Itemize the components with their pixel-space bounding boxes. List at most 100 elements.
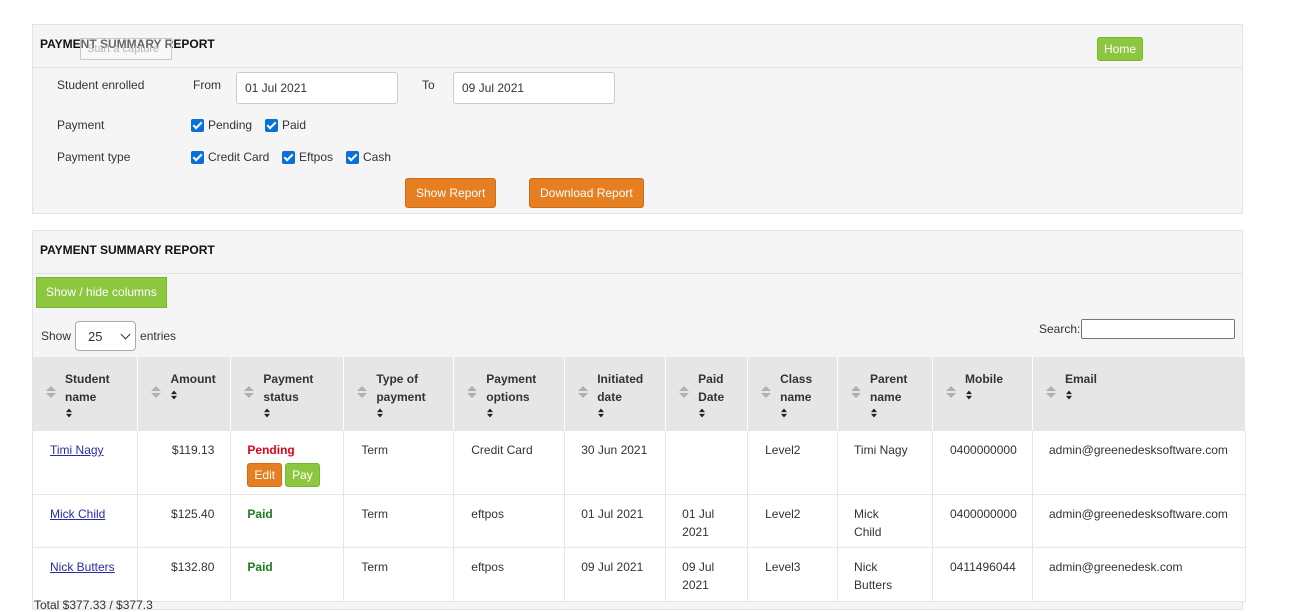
pending-checkbox[interactable]: Pending [191,118,252,132]
cell-status: Paid [230,494,345,548]
mobile-value: 0411496044 [950,559,1016,574]
pay-button[interactable]: Pay [285,463,320,487]
checkbox-checked-icon [191,118,204,132]
class-value: Level2 [765,443,801,457]
filter-panel: PAYMENT SUMMARY REPORT Start a capture H… [32,24,1243,214]
table-header-row: Student name Amount Payment status Type of pay… [33,357,1247,431]
sort-caret-icon [263,408,342,418]
cell-paid-date: 01 Jul 2021 [665,494,749,548]
cell-amount: $132.80 [137,547,232,602]
sort-both-icon [577,386,589,400]
cell-email: admin@greenedesksoftware.com [1032,431,1247,495]
checkbox-checked-icon [265,118,278,132]
entries-select[interactable]: 25 [75,321,137,351]
status-value: Paid [247,559,273,574]
sort-caret-icon [1065,390,1244,400]
column-header[interactable]: Payment status [230,357,345,431]
report-panel: PAYMENT SUMMARY REPORT Show / hide colum… [32,230,1247,610]
to-date-input[interactable]: 09 Jul 2021 [453,72,615,104]
show-label: Show [41,329,72,343]
credit-card-checkbox[interactable]: Credit Card [191,150,269,164]
sort-caret-icon [698,408,746,418]
home-button[interactable]: Home [1097,37,1144,61]
column-header-label: Paid [698,372,724,386]
sort-caret-icon [780,408,836,418]
option-value: Credit Card [471,443,533,457]
column-header[interactable]: Initiated date [564,357,667,431]
column-header[interactable]: Parent name [837,357,933,431]
sort-caret-icon [870,408,931,418]
sort-both-icon [1045,386,1057,400]
cell-option: Credit Card [453,431,566,495]
search-input[interactable] [1081,319,1236,339]
cell-class: Level2 [747,494,839,548]
column-header[interactable]: Student name [33,357,139,431]
type-value: Term [361,559,388,574]
status-value: Pending [247,443,295,457]
column-header-label: payment [376,390,426,404]
cell-class: Level3 [747,547,839,602]
column-header-label: Initiated [597,372,644,386]
cell-student: Mick Child [33,494,139,548]
show-report-button[interactable]: Show Report [405,178,497,208]
cell-mobile: 0400000000 [932,431,1033,495]
email-value: admin@greenedesksoftware.com [1048,443,1228,457]
column-header-label: Date [698,390,725,404]
paid-date-value: 09 Jul 2021 [682,559,715,592]
initiated-value: 09 Jul 2021 [581,559,644,574]
table-row: Nick Butters $132.80 Paid Term eftpos 09 Jul … [33,547,1247,602]
student-name-link[interactable]: Timi Nagy [50,443,104,457]
cell-status: Paid [230,547,345,602]
column-header-label: Parent [870,372,908,386]
paid-checkbox[interactable]: Paid [265,118,306,132]
column-header[interactable]: Payment options [453,357,566,431]
student-name-link[interactable]: Mick Child [50,507,105,521]
column-header[interactable]: Paid Date [665,357,749,431]
mobile-value: 0400000000 [950,443,1017,457]
sort-both-icon [678,386,690,400]
search-label: Search: [1039,322,1081,336]
from-label: From [193,78,221,92]
cell-status: Pending Edit Pay [230,431,345,495]
from-date-input[interactable]: 01 Jul 2021 [236,72,398,104]
column-header-label: Email [1064,372,1097,386]
type-value: Term [361,506,388,521]
cell-amount: $125.40 [137,494,232,548]
sort-caret-icon [965,390,1031,400]
cell-mobile: 0411496044 [932,547,1033,602]
eftpos-checkbox[interactable]: Eftpos [282,150,333,164]
report-panel-title: PAYMENT SUMMARY REPORT [40,243,215,257]
show-hide-columns-button[interactable]: Show / hide columns [36,277,167,308]
download-report-button[interactable]: Download Report [529,178,644,208]
column-header[interactable]: Mobile [932,357,1033,431]
parent-value: Nick Butters [854,559,893,592]
cell-option: eftpos [453,547,566,602]
amount-value: $119.13 [171,443,215,457]
entries-label: entries [140,329,177,343]
email-value: admin@greenedesk.com [1048,559,1183,574]
cell-email: admin@greenedesksoftware.com [1032,494,1247,548]
capture-overlay[interactable]: Start a capture [80,38,172,60]
initiated-value: 01 Jul 2021 [581,506,644,521]
chevron-down-icon [120,329,131,339]
sort-caret-icon [597,408,664,418]
student-name-link[interactable]: Nick Butters [50,560,115,574]
column-header-label: Amount [170,372,216,386]
column-header[interactable]: Type of payment [343,357,455,431]
column-header-label: status [263,390,299,404]
column-header[interactable]: Class name [747,357,839,431]
status-value: Paid [247,506,273,521]
cell-parent: Timi Nagy [837,431,933,495]
cash-checkbox[interactable]: Cash [346,150,391,164]
type-value: Term [361,443,388,457]
column-header-label: Payment [263,372,314,386]
parent-value: Mick Child [854,506,882,539]
sort-both-icon [356,386,368,400]
cell-amount: $119.13 [137,431,232,495]
column-header-label: Payment [486,372,537,386]
column-header[interactable]: Email [1032,357,1247,431]
cell-type: Term [343,547,455,602]
edit-button[interactable]: Edit [247,463,283,487]
cell-type: Term [343,494,455,548]
column-header[interactable]: Amount [137,357,232,431]
